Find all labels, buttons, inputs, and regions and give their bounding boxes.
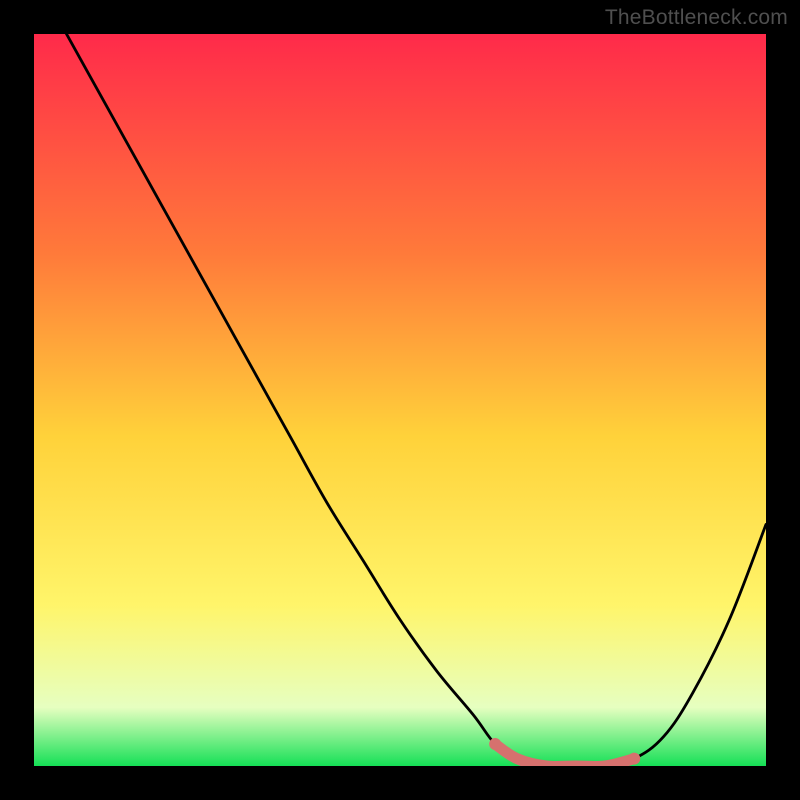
chart-svg xyxy=(34,34,766,766)
watermark-label: TheBottleneck.com xyxy=(605,6,788,30)
gradient-background xyxy=(34,34,766,766)
chart-frame: TheBottleneck.com xyxy=(0,0,800,800)
plot-area xyxy=(34,34,766,766)
optimal-band-endpoint-left xyxy=(489,738,501,750)
optimal-band-endpoint-right xyxy=(628,753,640,765)
